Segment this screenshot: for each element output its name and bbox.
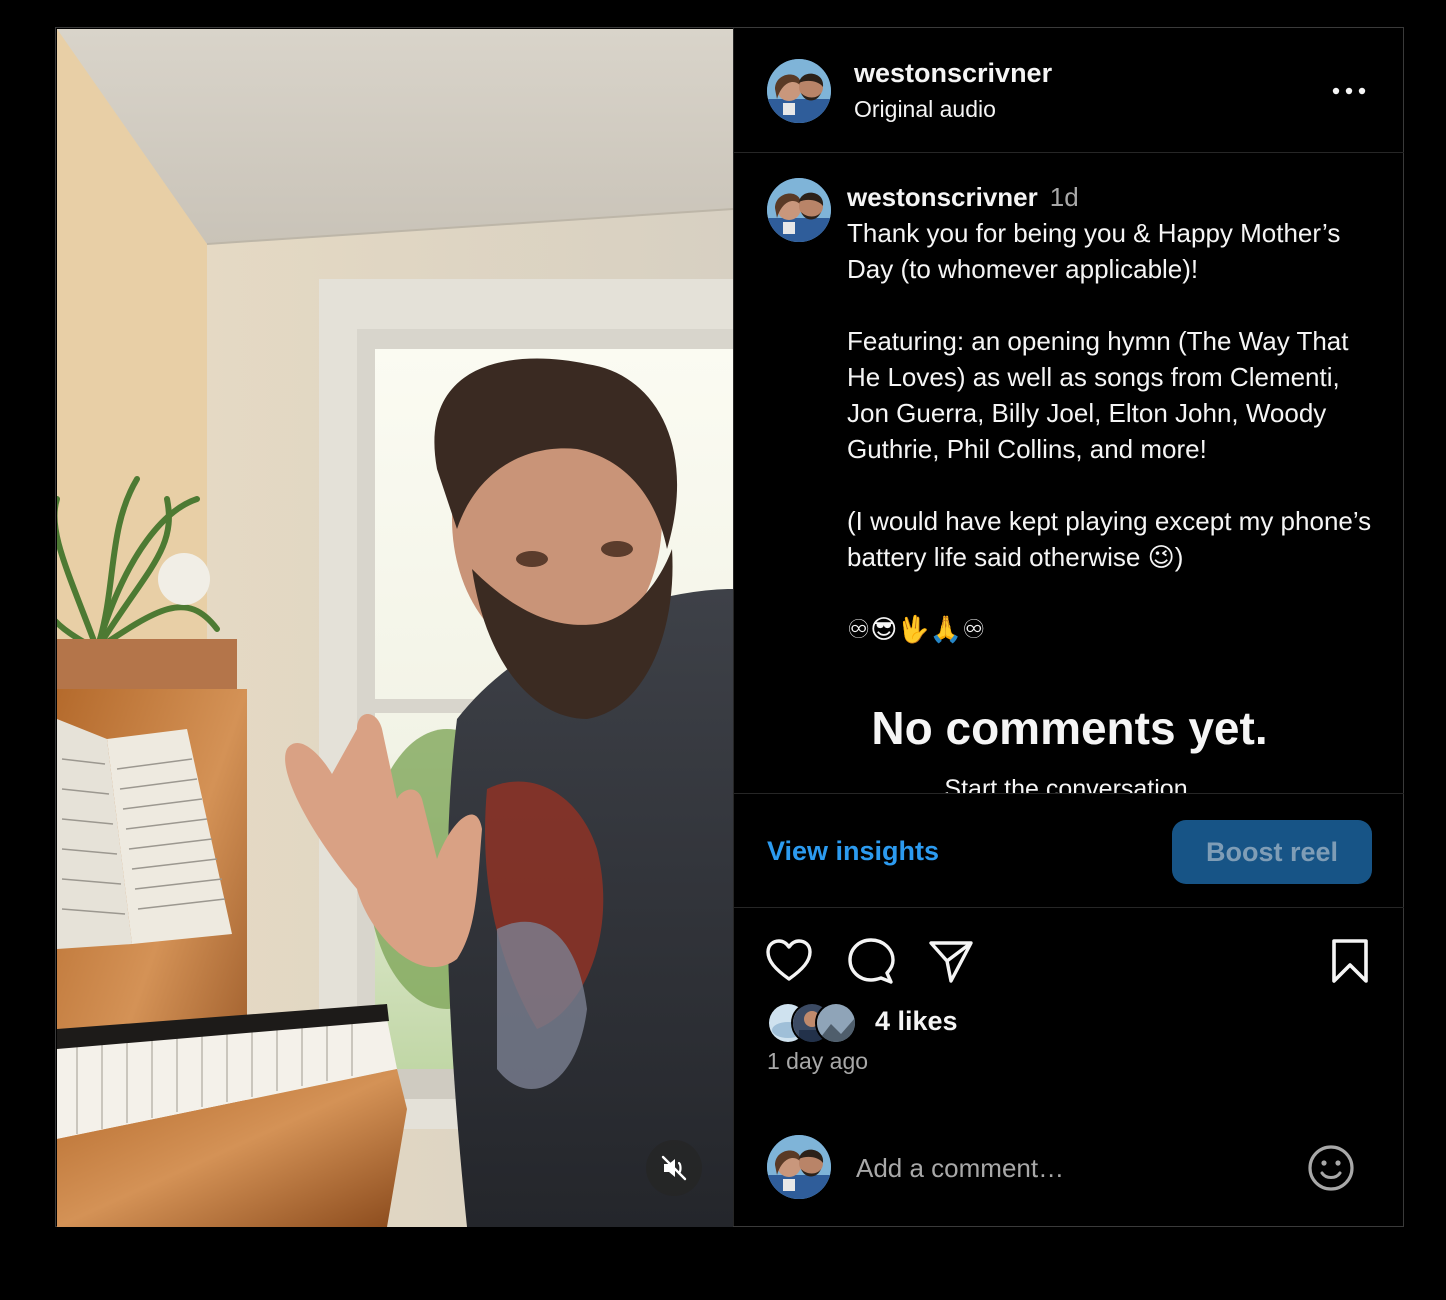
more-options-button[interactable] — [1324, 76, 1374, 106]
heart-icon — [766, 939, 812, 981]
post-time-ago[interactable]: 1 day ago — [767, 1048, 868, 1075]
audio-label[interactable]: Original audio — [854, 96, 996, 123]
caption-author-avatar[interactable] — [767, 178, 831, 242]
liker-avatar — [815, 1002, 857, 1044]
current-user-avatar — [767, 1135, 831, 1199]
more-horizontal-icon — [1332, 87, 1366, 95]
mute-toggle-button[interactable] — [646, 1140, 702, 1196]
like-button[interactable] — [763, 935, 815, 987]
post-header: westonscrivner Original audio — [734, 28, 1404, 153]
owner-actions-bar: View insights Boost reel — [734, 793, 1404, 908]
video-frame-image — [57, 29, 733, 1227]
comment-input[interactable] — [854, 1147, 1278, 1189]
share-button[interactable] — [925, 935, 977, 987]
caption-body: Thank you for being you & Happy Mother’s… — [847, 218, 1372, 644]
author-username[interactable]: westonscrivner — [854, 58, 1052, 89]
comment-bubble-icon — [848, 938, 895, 984]
caption-text-block: westonscrivner 1d Thank you for being you… — [847, 179, 1377, 647]
emoji-picker-button[interactable] — [1306, 1143, 1356, 1193]
paper-plane-icon — [929, 941, 973, 983]
boost-reel-button[interactable]: Boost reel — [1172, 820, 1372, 884]
save-button[interactable] — [1324, 935, 1376, 987]
add-comment-bar — [734, 1113, 1404, 1226]
post-modal: westonscrivner Original audio westonscri… — [55, 27, 1404, 1227]
comment-button[interactable] — [845, 935, 897, 987]
author-avatar[interactable] — [767, 59, 831, 123]
no-comments-subtitle: Start the conversation. — [944, 775, 1195, 793]
reel-video[interactable] — [57, 29, 733, 1227]
likes-count[interactable]: 4 likes — [875, 1006, 958, 1037]
bookmark-icon — [1332, 939, 1368, 983]
likes-summary[interactable]: 4 likes — [767, 1000, 1167, 1044]
caption-timestamp[interactable]: 1d — [1050, 182, 1079, 212]
view-insights-link[interactable]: View insights — [767, 836, 939, 867]
caption-section: westonscrivner 1d Thank you for being you… — [734, 153, 1404, 793]
caption-username[interactable]: westonscrivner — [847, 182, 1038, 212]
smiley-icon — [1308, 1145, 1354, 1191]
speaker-muted-icon — [661, 1155, 687, 1181]
post-side-panel: westonscrivner Original audio westonscri… — [733, 28, 1404, 1226]
no-comments-title: No comments yet. — [871, 702, 1268, 754]
